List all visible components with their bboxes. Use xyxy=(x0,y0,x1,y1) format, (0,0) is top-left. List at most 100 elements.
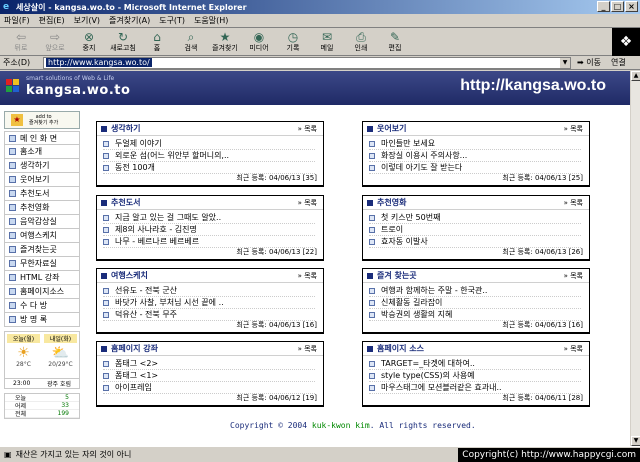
box-title[interactable]: 웃어보기 xyxy=(377,123,406,134)
close-button[interactable]: × xyxy=(625,1,638,12)
sidebar-item[interactable]: 웃어보기 xyxy=(4,173,80,187)
box-title[interactable]: 생각하기 xyxy=(111,123,140,134)
toolbar-label: 편집 xyxy=(388,44,402,52)
list-bullet-icon xyxy=(369,214,375,221)
sidebar-item[interactable]: HTML 강좌 xyxy=(4,271,80,285)
sidebar-item-label: 추천도서 xyxy=(20,189,50,198)
list-bullet-icon xyxy=(103,311,109,318)
edit-button[interactable]: ✎ 편집 xyxy=(380,30,410,53)
sidebar-item[interactable]: 홈페이지소스 xyxy=(4,285,80,299)
sidebar-item[interactable]: 추천도서 xyxy=(4,187,80,201)
menu-item[interactable]: 즐겨찾기(A) xyxy=(109,15,150,26)
list-item[interactable]: 폼태그 <2> xyxy=(103,358,315,370)
mail-button[interactable]: ✉ 메일 xyxy=(312,30,342,53)
box-title[interactable]: 즐겨 찾는곳 xyxy=(377,270,417,281)
list-bullet-icon xyxy=(369,372,375,379)
box-title[interactable]: 홈페이지 강좌 xyxy=(111,343,158,354)
menu-item[interactable]: 파일(F) xyxy=(4,15,30,26)
box-more-link[interactable]: » 목록 xyxy=(298,271,317,281)
box-title[interactable]: 추천도서 xyxy=(111,197,140,208)
list-item[interactable]: 외로운 섬(어느 위안부 할머니의,.. xyxy=(103,150,315,162)
sidebar-item[interactable]: 홈소개 xyxy=(4,145,80,159)
list-item[interactable]: 폼태그 <1> xyxy=(103,370,315,382)
list-item[interactable]: 마인들만 보세요 xyxy=(369,138,581,150)
site-name[interactable]: kangsa.wo.to xyxy=(26,83,130,98)
box-more-link[interactable]: » 목록 xyxy=(298,124,317,134)
box-more-link[interactable]: » 목록 xyxy=(298,198,317,208)
sidebar-item[interactable]: 메 인 화 면 xyxy=(4,131,80,145)
box-marker-icon xyxy=(101,125,107,132)
menu-item[interactable]: 도구(T) xyxy=(159,15,185,26)
maximize-button[interactable]: □ xyxy=(611,1,624,12)
window-title: 세상살이 - kangsa.wo.to - Microsoft Internet… xyxy=(16,2,247,12)
menu-item[interactable]: 도움말(H) xyxy=(194,15,228,26)
minimize-button[interactable]: _ xyxy=(597,1,610,12)
list-item[interactable]: 바닷가 사찰, 부처님 시선 끝에 .. xyxy=(103,297,315,309)
site-url[interactable]: http://kangsa.wo.to xyxy=(460,77,606,95)
sidebar-item[interactable]: 추천영화 xyxy=(4,201,80,215)
list-item-label: 화장실 이용시 주의사항... xyxy=(381,151,468,160)
box-title[interactable]: 홈페이지 소스 xyxy=(377,343,424,354)
list-item[interactable]: 첫 키스만 50번째 xyxy=(369,212,581,224)
sidebar-item[interactable]: 수 다 방 xyxy=(4,299,80,313)
box-more-link[interactable]: » 목록 xyxy=(298,344,317,354)
sidebar-item[interactable]: 여행스케치 xyxy=(4,229,80,243)
site-logo-icon xyxy=(6,79,20,97)
scroll-up-icon[interactable]: ▲ xyxy=(631,71,640,81)
list-bullet-icon xyxy=(369,360,375,367)
list-item[interactable]: 선유도 - 전북 군산 xyxy=(103,285,315,297)
add-favorites-label: add to 즐겨찾기 추가 xyxy=(29,114,59,126)
menu-item[interactable]: 편집(E) xyxy=(39,15,65,26)
sidebar-item-label: 음악감상실 xyxy=(20,217,57,226)
favorites-button[interactable]: ★ 즐겨찾기 xyxy=(210,30,240,53)
list-item[interactable]: 제8의 사나라호 - 김진명 xyxy=(103,224,315,236)
box-more-link[interactable]: » 목록 xyxy=(564,198,583,208)
box-more-link[interactable]: » 목록 xyxy=(564,124,583,134)
list-item[interactable]: 트로이 xyxy=(369,224,581,236)
list-item[interactable]: 화장실 이용시 주의사항... xyxy=(369,150,581,162)
box-title[interactable]: 추천영화 xyxy=(377,197,406,208)
list-item[interactable]: 지금 알고 있는 걸 그때도 알았.. xyxy=(103,212,315,224)
weather-region: 광주 호림 xyxy=(47,381,71,388)
bullet-icon xyxy=(9,218,16,225)
stop-icon: ⊗ xyxy=(83,30,95,44)
sidebar-item[interactable]: 생각하기 xyxy=(4,159,80,173)
history-button[interactable]: ◷ 기록 xyxy=(278,30,308,53)
counter-value: 5 xyxy=(65,394,69,401)
sidebar-item[interactable]: 방 명 록 xyxy=(4,313,80,327)
refresh-button[interactable]: ↻ 새로고침 xyxy=(108,30,138,53)
box-more-link[interactable]: » 목록 xyxy=(564,271,583,281)
home-button[interactable]: ⌂ 홈 xyxy=(142,30,172,53)
box-title[interactable]: 여행스케치 xyxy=(111,270,148,281)
media-button[interactable]: ◉ 미디어 xyxy=(244,30,274,53)
search-button[interactable]: ⌕ 검색 xyxy=(176,30,206,53)
toolbar-label: 앞으로 xyxy=(45,44,65,52)
sidebar-item[interactable]: 즐겨찾는곳 xyxy=(4,243,80,257)
list-bullet-icon xyxy=(369,152,375,159)
copyright-author[interactable]: kuk-kwon kim xyxy=(312,421,370,430)
links-button[interactable]: 연결 xyxy=(611,57,626,68)
list-item[interactable]: 여행과 함께하는 주말 - 한국관.. xyxy=(369,285,581,297)
stop-button[interactable]: ⊗ 중지 xyxy=(74,30,104,53)
scroll-down-icon[interactable]: ▼ xyxy=(631,436,640,446)
address-dropdown-icon[interactable]: ▼ xyxy=(560,57,570,68)
address-input[interactable]: http://www.kangsa.wo.to/ ▼ xyxy=(43,56,571,69)
add-favorites-button[interactable]: ★ add to 즐겨찾기 추가 xyxy=(4,111,80,129)
list-item[interactable]: 두얼제 이야기 xyxy=(103,138,315,150)
weather-widget: 오늘(월) ☀ 28°C 내일(화) ⛅ 20/29°C xyxy=(4,331,80,379)
box-more-link[interactable]: » 목록 xyxy=(564,344,583,354)
print-button[interactable]: ⎙ 인쇄 xyxy=(346,30,376,53)
back-arrow-button[interactable]: ⇦ 뒤로 xyxy=(6,30,36,53)
forward-arrow-button[interactable]: ⇨ 앞으로 xyxy=(40,30,70,53)
box-footer: 최근 등록: 04/06/13 [22] xyxy=(236,248,317,256)
sidebar-item[interactable]: 무한자료실 xyxy=(4,257,80,271)
list-item[interactable]: TARGET=_타겟에 대하여.. xyxy=(369,358,581,370)
vertical-scrollbar[interactable]: ▲ ▼ xyxy=(630,71,640,446)
menu-item[interactable]: 보기(V) xyxy=(74,15,100,26)
list-item-label: 지금 알고 있는 걸 그때도 알았.. xyxy=(115,213,222,222)
list-item[interactable]: 신체활동 길라잡이 xyxy=(369,297,581,309)
toolbar-label: 즐겨찾기 xyxy=(212,44,238,52)
go-button[interactable]: ➡ 이동 xyxy=(577,57,601,68)
sidebar-item[interactable]: 음악감상실 xyxy=(4,215,80,229)
list-item[interactable]: style type(CSS)의 사용예 xyxy=(369,370,581,382)
